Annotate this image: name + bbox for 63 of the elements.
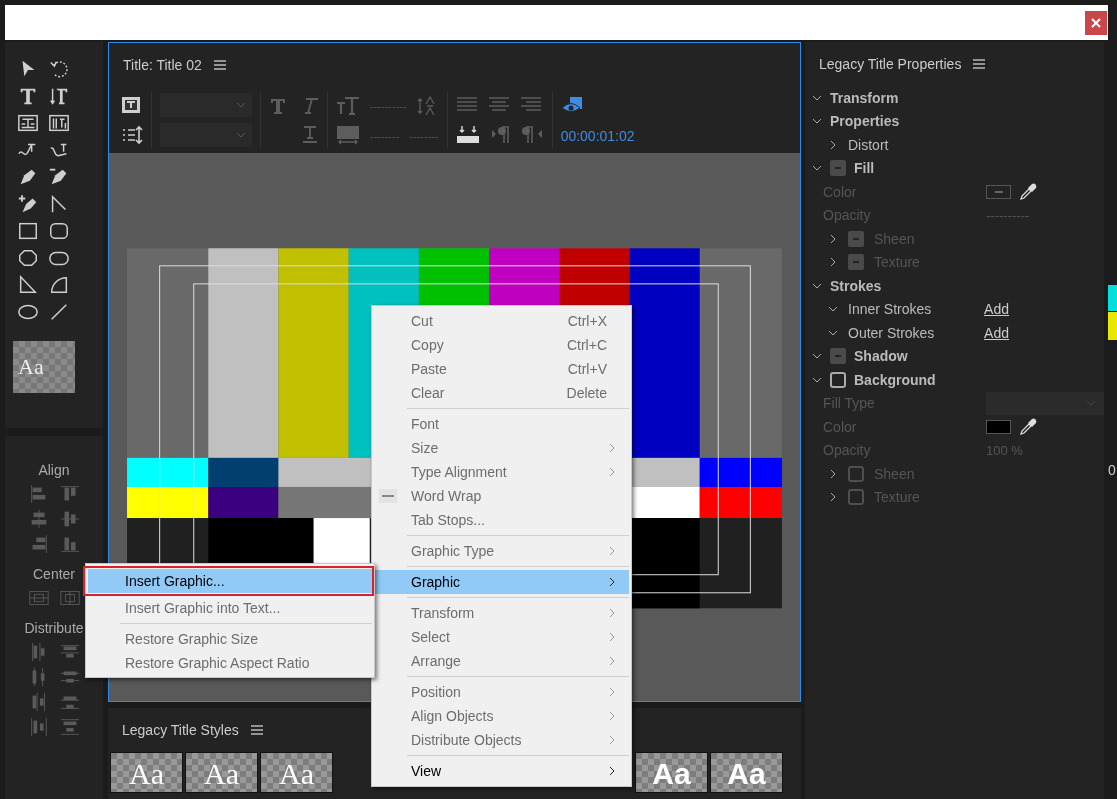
title-template-icon[interactable] — [121, 95, 141, 115]
section-label: Background — [854, 371, 936, 388]
chevron-down-icon — [236, 102, 246, 108]
section-label: Strokes — [830, 277, 882, 294]
style-preview[interactable]: Aa — [13, 341, 75, 393]
area-type-icon[interactable] — [17, 112, 39, 134]
rotate-icon[interactable] — [48, 58, 70, 80]
distribute-label: Distribute — [24, 620, 84, 636]
section-label: Fill — [854, 160, 875, 177]
line-icon[interactable] — [48, 301, 70, 323]
panel-title: Title: Title 02 — [123, 57, 202, 73]
close-icon — [1091, 17, 1101, 28]
tab-stops-icon[interactable] — [121, 125, 143, 145]
style-swatch[interactable]: Aa — [110, 752, 183, 793]
tab-ruler-icon[interactable] — [455, 124, 480, 145]
right-triangle-icon[interactable] — [17, 274, 39, 296]
menu-item[interactable]: Graphic — [374, 570, 629, 594]
mixed-checkbox[interactable] — [830, 160, 846, 177]
pilcrow-icon[interactable] — [489, 124, 512, 145]
edge-text: 0 — [1108, 462, 1116, 478]
panel-title: Legacy Title Styles — [122, 722, 239, 738]
eyedropper-icon[interactable] — [1019, 182, 1037, 201]
menu-item[interactable]: Insert Graphic... — [88, 569, 372, 593]
menu-icon[interactable] — [250, 725, 263, 735]
property-label: Outer Strokes — [848, 324, 935, 341]
menu-icon[interactable] — [973, 59, 986, 69]
pen-plus-icon[interactable] — [17, 193, 39, 215]
octagon-icon[interactable] — [17, 247, 39, 269]
style-swatch[interactable]: Aa — [635, 752, 708, 793]
add-link[interactable]: Add — [984, 324, 1009, 341]
close-button[interactable] — [1085, 10, 1107, 35]
chevron-down-icon — [236, 132, 246, 138]
style-swatch[interactable]: Aa — [260, 752, 333, 793]
chevron-down-icon — [1086, 400, 1096, 407]
clipped-swatch — [1108, 285, 1117, 311]
center-label: Center — [33, 566, 75, 582]
panel-title: Legacy Title Properties — [819, 56, 962, 72]
kerning-icon[interactable] — [336, 125, 360, 146]
add-link[interactable]: Add — [984, 301, 1009, 318]
section-label: Properties — [830, 113, 900, 130]
property-label: Distort — [848, 136, 889, 153]
chevron-right-icon[interactable] — [828, 139, 838, 150]
menu-icon[interactable] — [213, 60, 226, 70]
clipped-swatch — [1108, 312, 1117, 340]
leading-icon[interactable] — [416, 94, 437, 117]
mixed-checkbox[interactable] — [830, 348, 846, 365]
style-swatch[interactable]: Aa — [185, 752, 258, 793]
style-swatch[interactable]: Aa — [710, 752, 783, 793]
checkbox[interactable] — [830, 371, 846, 388]
bold-icon[interactable] — [269, 97, 287, 115]
underline-icon[interactable] — [301, 125, 319, 143]
rectangle-icon[interactable] — [17, 220, 39, 242]
rounded-rectangle-icon[interactable] — [48, 220, 70, 242]
align-label: Align — [38, 462, 70, 478]
font-size-icon[interactable] — [336, 95, 360, 116]
eyedropper-icon[interactable] — [1019, 417, 1037, 436]
vertical-area-type-icon[interactable] — [48, 112, 70, 134]
timecode[interactable]: 00:00:01:02 — [560, 128, 635, 144]
section-label: Transform — [830, 89, 899, 106]
pilcrow-icon[interactable] — [521, 124, 544, 145]
property-label: Inner Strokes — [848, 301, 932, 318]
menu-item[interactable]: View — [374, 759, 629, 783]
section-label: Shadow — [854, 348, 908, 365]
